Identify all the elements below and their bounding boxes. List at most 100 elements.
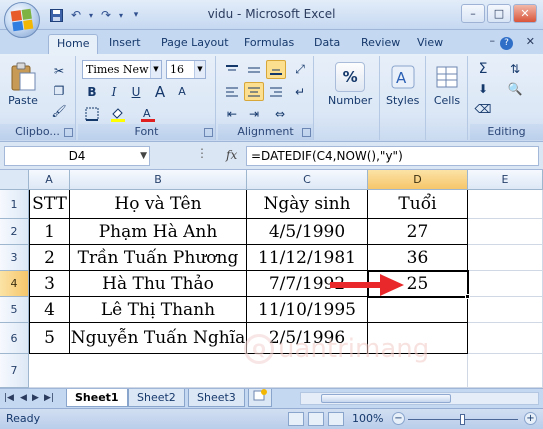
tab-home[interactable]: Home [48, 34, 99, 54]
fill-color-icon[interactable] [108, 104, 128, 123]
horizontal-scrollbar[interactable] [300, 392, 539, 405]
number-format-button[interactable]: % Number [328, 62, 372, 107]
cell-c1[interactable]: Ngày sinh [247, 190, 368, 219]
column-header-c[interactable]: C [247, 170, 368, 190]
table-cell[interactable]: 36 [368, 245, 468, 271]
font-color-icon[interactable]: A [138, 104, 158, 123]
table-cell[interactable]: 11/12/1981 [247, 245, 368, 271]
align-left-icon[interactable] [222, 82, 242, 101]
table-cell[interactable]: 3 [30, 271, 70, 297]
font-name-combo[interactable]: Times New Ro ▼ [82, 60, 162, 79]
table-cell[interactable]: Phạm Hà Anh [70, 219, 247, 245]
wrap-text-icon[interactable]: ↵ [290, 82, 310, 101]
row-header-7[interactable]: 7 [0, 354, 29, 388]
row-header-3[interactable]: 3 [0, 245, 29, 271]
table-cell[interactable]: Lê Thị Thanh [70, 297, 247, 323]
minimize-button[interactable]: – [461, 4, 485, 23]
minimize-ribbon-icon[interactable]: – [490, 34, 496, 47]
cell-b1[interactable]: Họ và Tên [70, 190, 247, 219]
table-cell[interactable]: 1 [30, 219, 70, 245]
row-header-4[interactable]: 4 [0, 271, 29, 297]
tab-data[interactable]: Data [306, 34, 348, 54]
align-right-icon[interactable] [266, 82, 286, 101]
table-cell[interactable]: 11/10/1995 [247, 297, 368, 323]
close-workbook-icon[interactable]: ✕ [526, 35, 535, 48]
cell-d1[interactable]: Tuổi [368, 190, 468, 219]
office-button[interactable] [4, 2, 40, 38]
cells-button[interactable]: Cells [432, 62, 462, 107]
sheet-tab-sheet1[interactable]: Sheet1 [66, 389, 128, 407]
merge-center-icon[interactable]: ⇔ [270, 104, 290, 123]
align-middle-icon[interactable] [244, 60, 264, 79]
cut-icon[interactable]: ✂ [50, 62, 68, 80]
font-size-combo[interactable]: 16 ▼ [166, 60, 206, 79]
table-cell[interactable]: 2 [30, 245, 70, 271]
tab-formulas[interactable]: Formulas [236, 34, 302, 54]
tab-review[interactable]: Review [353, 34, 408, 54]
row-header-5[interactable]: 5 [0, 297, 29, 323]
column-header-d[interactable]: D [368, 170, 468, 190]
row-header-6[interactable]: 6 [0, 323, 29, 354]
normal-view-icon[interactable] [288, 412, 304, 426]
table-cell[interactable]: Nguyễn Tuấn Nghĩa [70, 323, 247, 354]
sort-filter-icon[interactable]: ⇅ [506, 60, 524, 78]
autosum-icon[interactable]: Σ [474, 60, 492, 78]
orientation-icon[interactable]: ⤢ [290, 60, 310, 79]
decrease-indent-icon[interactable]: ⇤ [222, 104, 242, 123]
font-launcher-icon[interactable] [204, 128, 213, 137]
table-cell[interactable]: 4 [30, 297, 70, 323]
styles-button[interactable]: A Styles [386, 62, 419, 107]
table-cell[interactable]: 27 [368, 219, 468, 245]
fill-icon[interactable]: ⬇ [474, 80, 492, 98]
clear-icon[interactable]: ⌫ [474, 100, 492, 118]
bold-button[interactable]: B [82, 82, 102, 101]
paste-button[interactable]: Paste [8, 62, 38, 107]
cell-a1[interactable]: STT [30, 190, 70, 219]
page-layout-view-icon[interactable] [308, 412, 324, 426]
copy-icon[interactable]: ❐ [50, 82, 68, 100]
tab-insert[interactable]: Insert [101, 34, 149, 54]
formula-input[interactable]: =DATEDIF(C4,NOW(),"y") [246, 146, 539, 166]
find-select-icon[interactable]: 🔍 [506, 80, 524, 98]
chevron-down-icon[interactable]: ▼ [150, 61, 161, 78]
next-sheet-icon[interactable]: ▶ [32, 393, 39, 403]
table-cell[interactable]: 5 [30, 323, 70, 354]
prev-sheet-icon[interactable]: ◀ [20, 393, 27, 403]
italic-button[interactable]: I [104, 82, 124, 101]
align-bottom-icon[interactable] [266, 60, 286, 79]
align-center-icon[interactable] [244, 82, 264, 101]
help-icon[interactable]: ? [500, 37, 513, 50]
zoom-slider-thumb[interactable] [460, 414, 465, 425]
underline-button[interactable]: U [126, 82, 146, 101]
zoom-out-icon[interactable]: − [392, 412, 405, 425]
alignment-launcher-icon[interactable] [302, 128, 311, 137]
close-button[interactable]: ✕ [513, 4, 537, 23]
page-break-view-icon[interactable] [328, 412, 344, 426]
align-top-icon[interactable] [222, 60, 242, 79]
insert-sheet-icon[interactable] [248, 389, 272, 407]
zoom-in-icon[interactable]: + [524, 412, 537, 425]
format-painter-icon[interactable]: 🖌 [50, 102, 68, 120]
select-all-button[interactable] [0, 170, 29, 190]
grow-font-icon[interactable]: A [150, 82, 170, 101]
increase-indent-icon[interactable]: ⇥ [244, 104, 264, 123]
maximize-button[interactable]: □ [487, 4, 511, 23]
tab-view[interactable]: View [409, 34, 451, 54]
chevron-down-icon[interactable]: ▼ [194, 61, 205, 78]
table-cell[interactable]: Trần Tuấn Phương [70, 245, 247, 271]
fill-handle[interactable] [465, 294, 470, 299]
row-header-2[interactable]: 2 [0, 219, 29, 245]
shrink-font-icon[interactable]: A [172, 82, 192, 101]
first-sheet-icon[interactable]: |◀ [4, 393, 14, 403]
zoom-level[interactable]: 100% [352, 412, 383, 425]
insert-function-icon[interactable]: fx [226, 148, 237, 162]
chevron-down-icon[interactable]: ▼ [140, 147, 147, 165]
scrollbar-thumb[interactable] [321, 394, 451, 403]
sheet-tab-sheet2[interactable]: Sheet2 [128, 389, 185, 407]
clipboard-launcher-icon[interactable] [64, 128, 73, 137]
last-sheet-icon[interactable]: ▶| [44, 393, 54, 403]
borders-icon[interactable] [82, 104, 102, 123]
name-box[interactable]: D4 ▼ [4, 146, 150, 166]
tab-page-layout[interactable]: Page Layout [153, 34, 237, 54]
table-cell[interactable] [368, 297, 468, 323]
